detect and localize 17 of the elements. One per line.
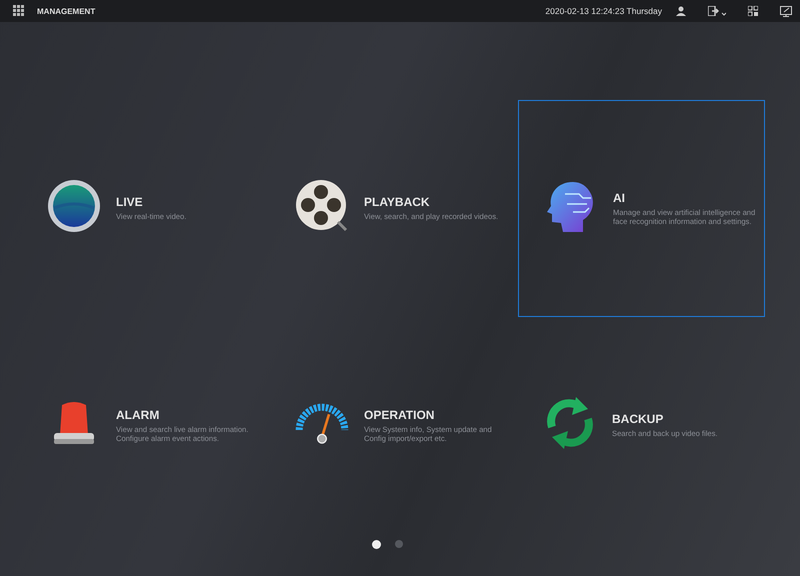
tile-title: AI bbox=[613, 190, 626, 205]
qr-code-icon[interactable] bbox=[748, 6, 758, 16]
grid-menu-icon[interactable] bbox=[13, 5, 25, 17]
monitor-icon[interactable] bbox=[780, 6, 792, 16]
film-reel-icon bbox=[294, 178, 350, 234]
tile-title: ALARM bbox=[116, 408, 160, 422]
date-time: 2020-02-13 12:24:23 Thursday bbox=[545, 6, 662, 16]
user-icon[interactable] bbox=[676, 6, 686, 16]
page-indicator-dot[interactable] bbox=[394, 540, 402, 548]
tile-title: OPERATION bbox=[364, 408, 436, 422]
logout-icon[interactable] bbox=[708, 6, 726, 16]
page-title: MANAGEMENT bbox=[37, 6, 96, 16]
tile-title: PLAYBACK bbox=[364, 195, 431, 210]
page-indicator-dot[interactable] bbox=[372, 540, 380, 549]
tile-title: LIVE bbox=[116, 195, 144, 210]
tile-title: BACKUP bbox=[612, 412, 664, 426]
globe-icon bbox=[46, 178, 102, 234]
